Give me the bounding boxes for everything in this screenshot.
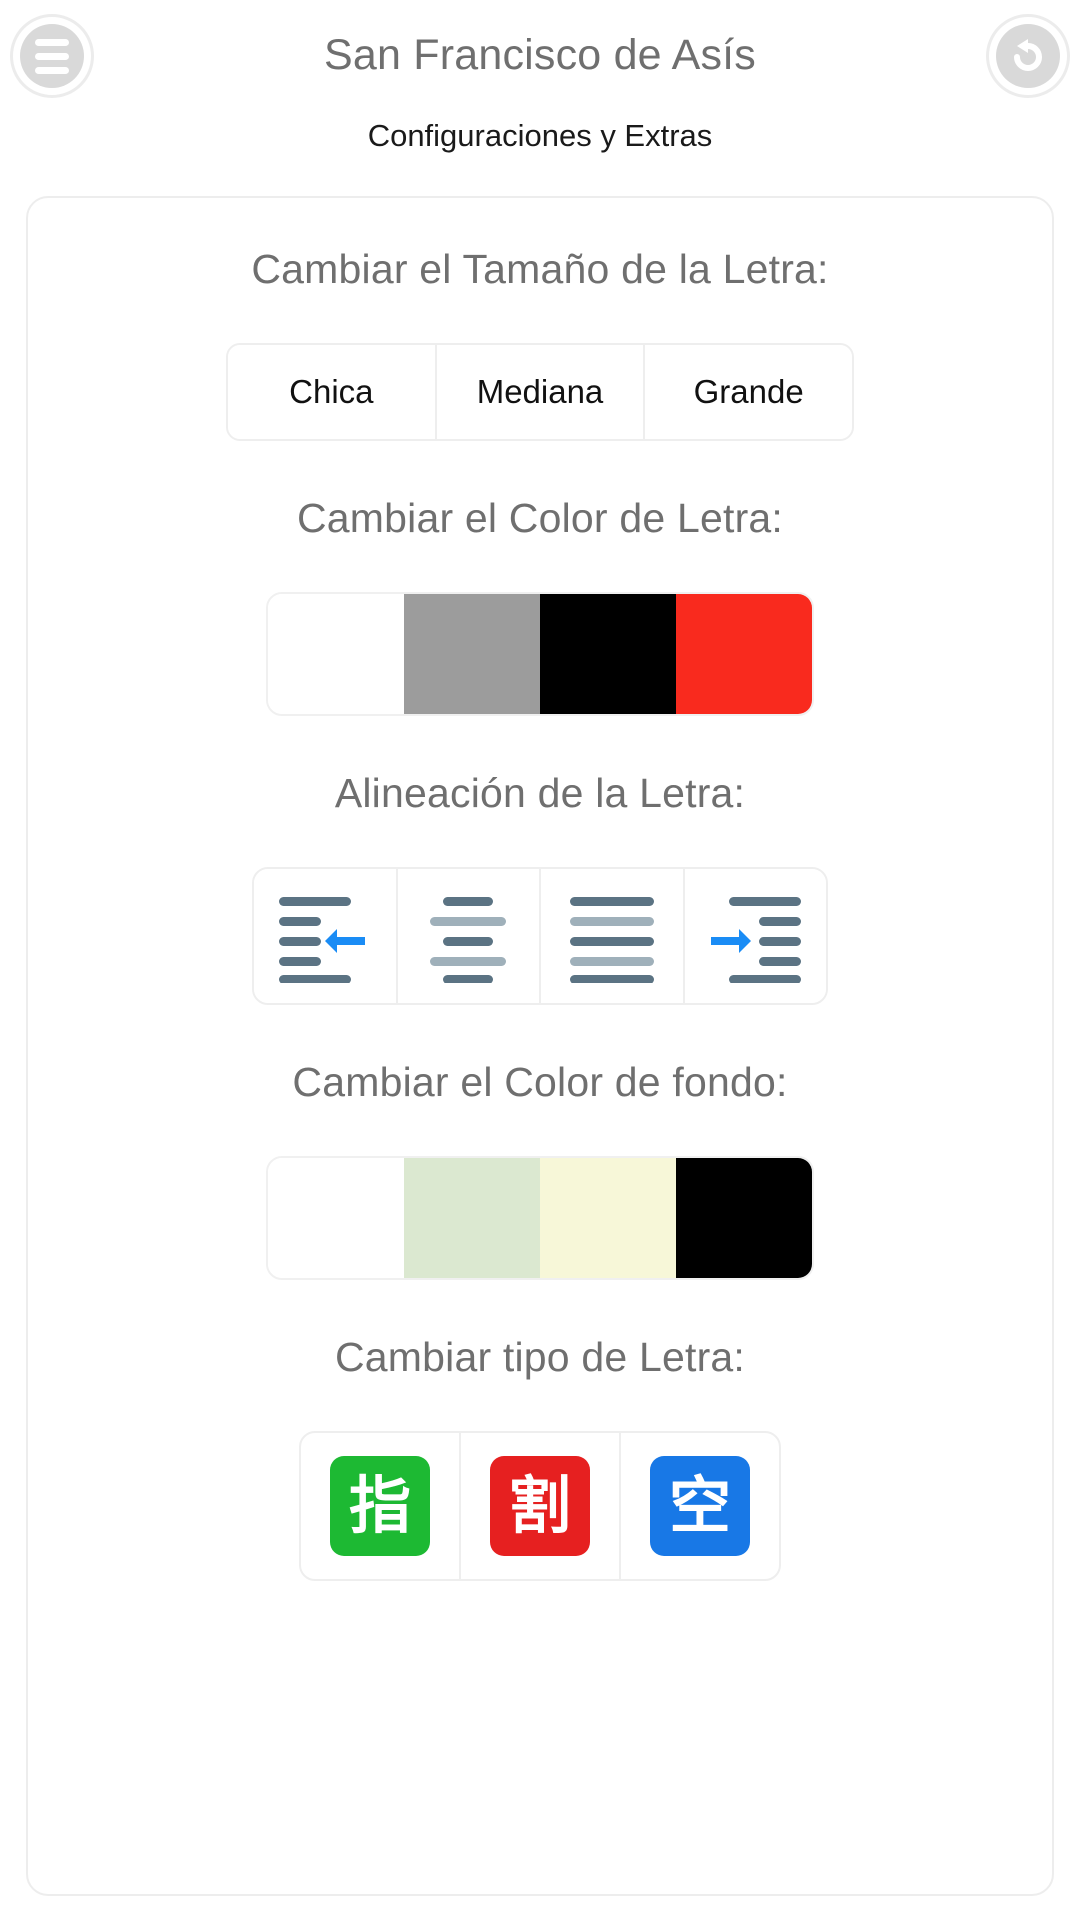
align-indent-increase-icon — [711, 897, 802, 983]
top-bar: San Francisco de Asís — [0, 0, 1080, 110]
font-size-option-medium[interactable]: Mediana — [436, 345, 646, 439]
emoji-blue-vacancy-icon: 空 — [650, 1456, 750, 1556]
align-justify-button[interactable] — [541, 869, 685, 1003]
font-type-button-2[interactable]: 割 — [461, 1433, 621, 1579]
align-justify-icon — [569, 897, 654, 983]
burger-line-3 — [35, 66, 69, 74]
back-button[interactable] — [986, 14, 1070, 98]
burger-line-1 — [35, 38, 69, 46]
page-subtitle: Configuraciones y Extras — [367, 118, 713, 153]
undo-back-arrow-icon — [996, 24, 1060, 88]
background-color-swatch-light-green[interactable] — [404, 1158, 540, 1278]
align-left-indent-decrease-button[interactable] — [254, 869, 398, 1003]
font-color-swatches — [266, 592, 814, 716]
font-color-swatch-gray[interactable] — [404, 594, 540, 714]
align-center-icon — [430, 897, 507, 983]
font-type-label: Cambiar tipo de Letra: — [334, 1334, 746, 1380]
font-type-button-3[interactable]: 空 — [621, 1433, 779, 1579]
alignment-options — [252, 867, 828, 1005]
font-type-button-1[interactable]: 指 — [301, 1433, 461, 1579]
menu-button[interactable] — [10, 14, 94, 98]
font-size-label: Cambiar el Tamaño de la Letra: — [251, 246, 829, 292]
font-size-segmented-control: Chica Mediana Grande — [226, 343, 854, 441]
settings-card: Cambiar el Tamaño de la Letra: Chica Med… — [26, 196, 1054, 1896]
alignment-label: Alineación de la Letra: — [334, 770, 746, 816]
font-type-options: 指 割 空 — [299, 1431, 781, 1581]
background-color-swatches — [266, 1156, 814, 1280]
font-color-label: Cambiar el Color de Letra: — [296, 495, 784, 541]
align-left-indent-decrease-icon — [278, 897, 365, 983]
background-color-swatch-light-yellow[interactable] — [540, 1158, 676, 1278]
page-title: San Francisco de Asís — [323, 31, 757, 79]
hamburger-menu-icon — [20, 24, 84, 88]
font-color-swatch-red[interactable] — [676, 594, 812, 714]
align-indent-increase-button[interactable] — [684, 869, 826, 1003]
font-color-swatch-white[interactable] — [268, 594, 404, 714]
align-center-button[interactable] — [397, 869, 541, 1003]
font-size-option-large[interactable]: Grande — [645, 345, 852, 439]
undo-arrow-glyph — [1014, 39, 1042, 71]
emoji-green-finger-icon: 指 — [330, 1456, 430, 1556]
emoji-red-discount-icon: 割 — [490, 1456, 590, 1556]
background-color-label: Cambiar el Color de fondo: — [292, 1059, 788, 1105]
background-color-swatch-white[interactable] — [268, 1158, 404, 1278]
settings-screen: San Francisco de Asís Configuraciones y … — [0, 0, 1080, 1920]
font-size-option-small[interactable]: Chica — [228, 345, 437, 439]
font-color-swatch-black[interactable] — [540, 594, 676, 714]
burger-line-2 — [35, 52, 69, 60]
background-color-swatch-black[interactable] — [676, 1158, 812, 1278]
